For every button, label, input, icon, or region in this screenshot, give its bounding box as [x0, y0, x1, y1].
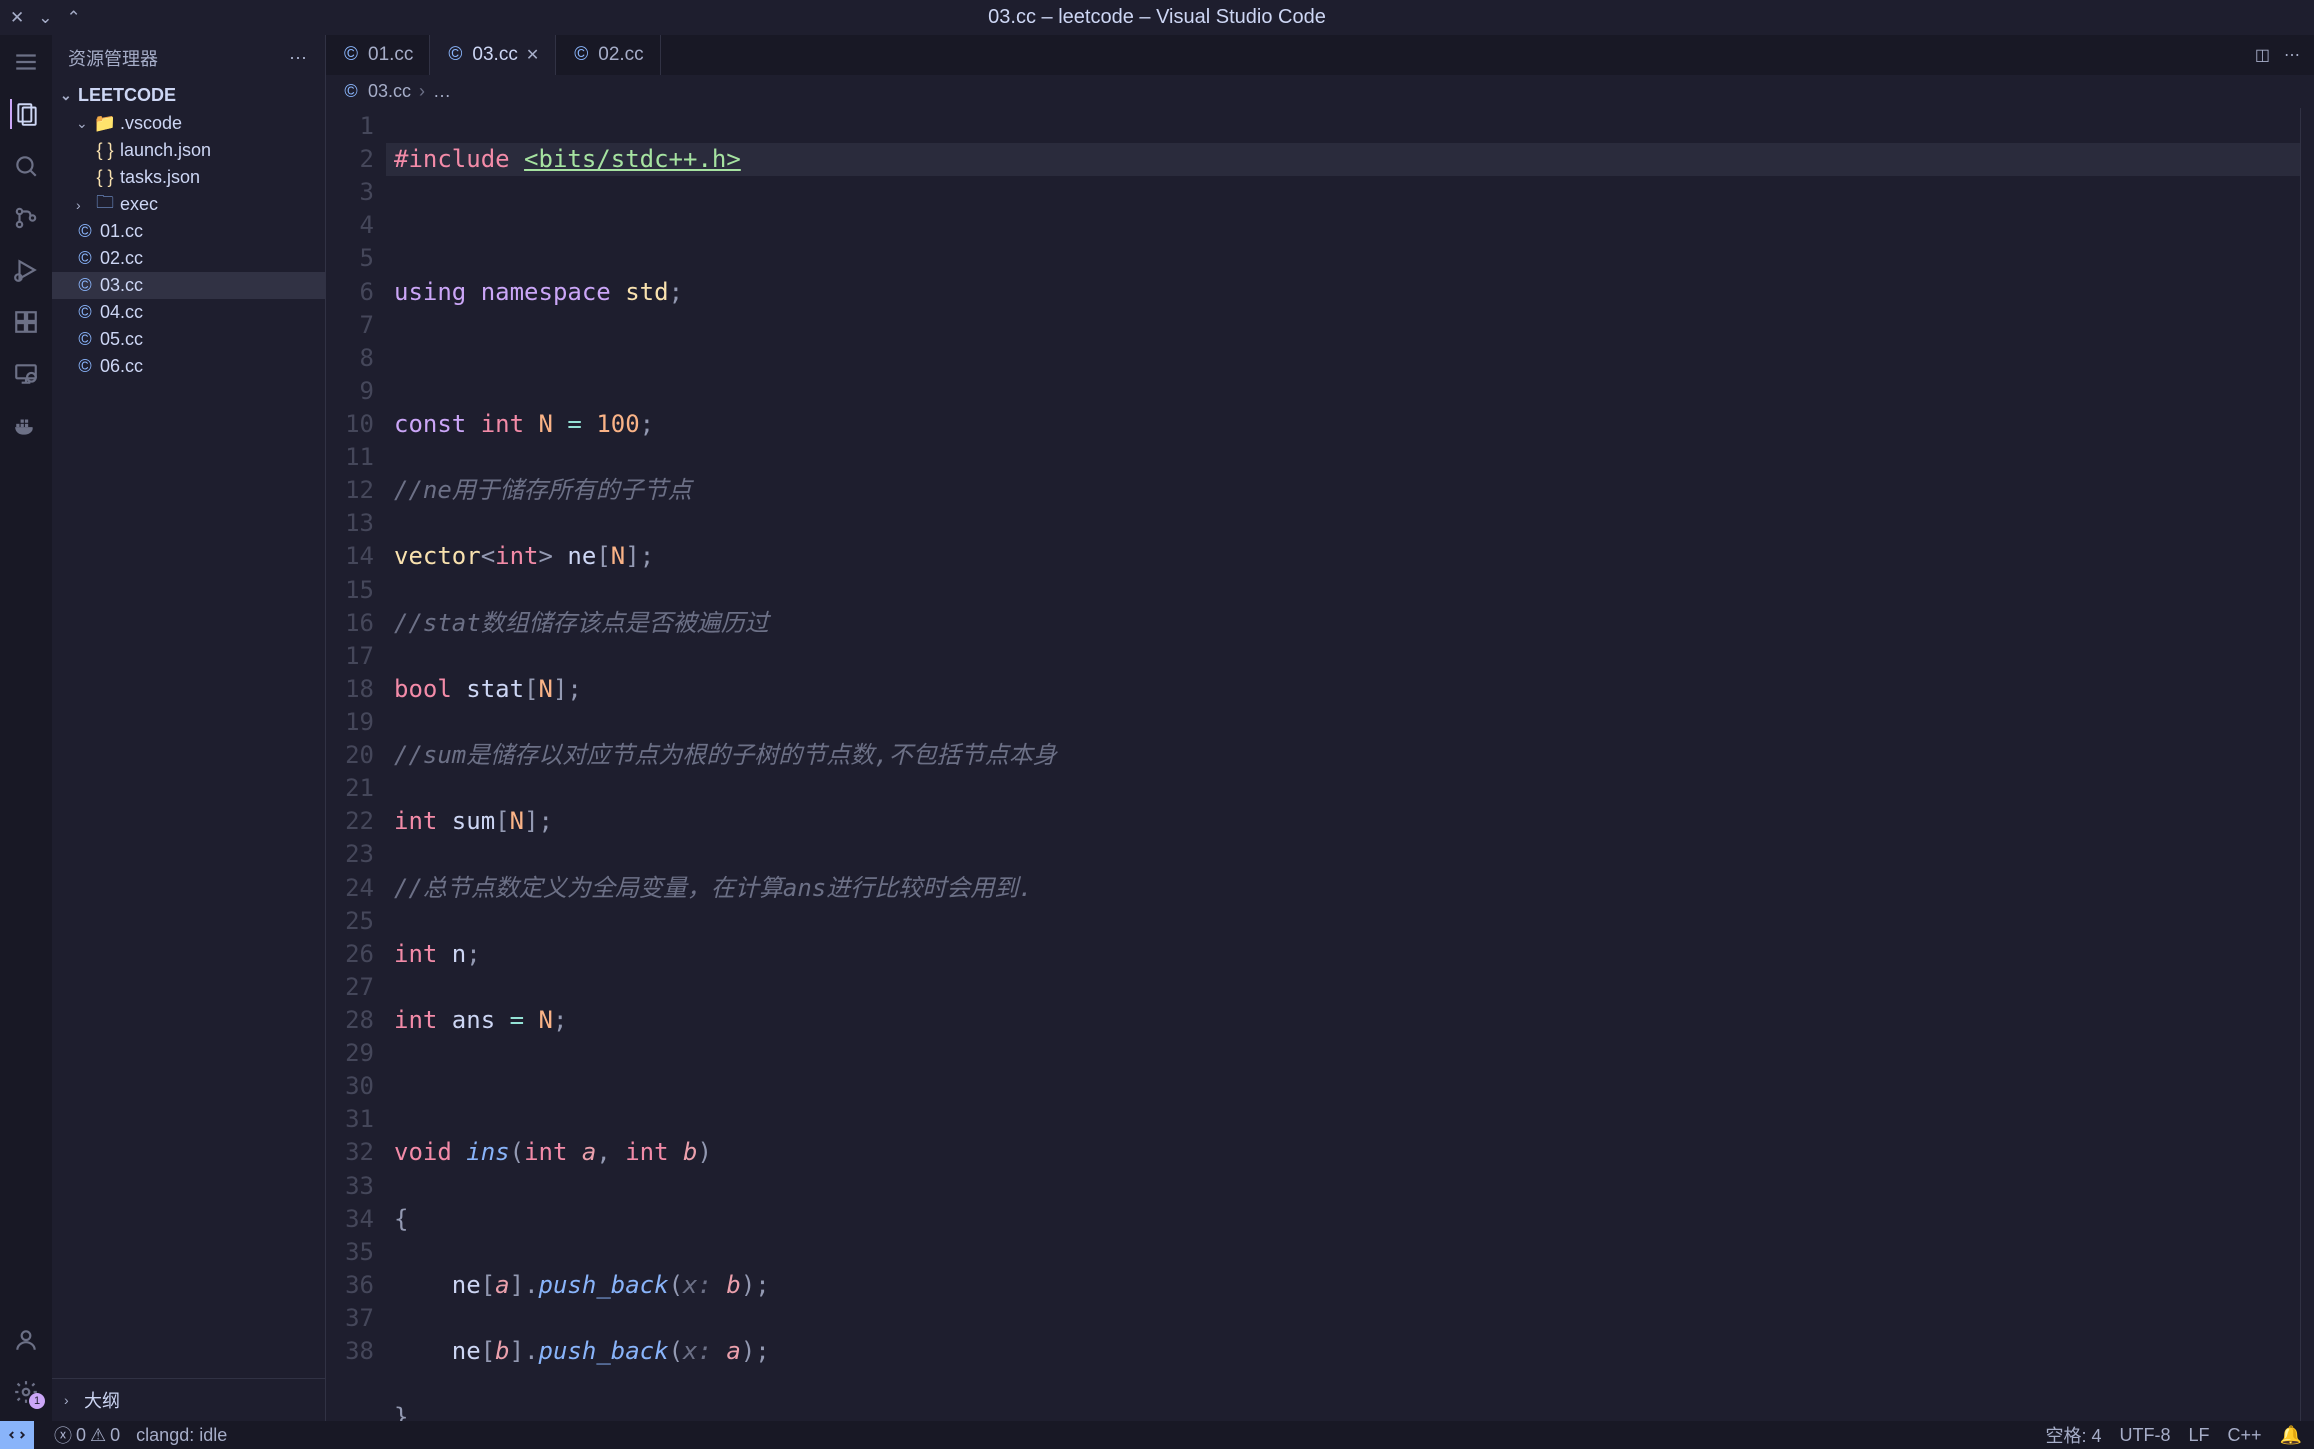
tree-label: exec: [120, 194, 158, 215]
close-icon[interactable]: ✕: [10, 8, 24, 28]
cpp-icon: ©: [76, 331, 94, 349]
cpp-icon: ©: [76, 223, 94, 241]
cpp-icon: ©: [342, 83, 360, 101]
sidebar-more-icon[interactable]: ⋯: [289, 48, 309, 69]
tree-folder-vscode[interactable]: ⌄ 📁 .vscode: [52, 110, 325, 137]
tree-file-launch[interactable]: { } launch.json: [52, 137, 325, 164]
breadcrumb-separator: ›: [419, 81, 425, 102]
tree-file-06[interactable]: © 06.cc: [52, 353, 325, 380]
chevron-right-icon: ›: [64, 1392, 78, 1408]
breadcrumb-more: …: [433, 81, 451, 102]
editor-area: © 01.cc © 03.cc ✕ © 02.cc ◫ ⋯ © 03.cc › … 12…: [326, 35, 2314, 1421]
vscode-folder-icon: 📁: [96, 115, 114, 133]
eol[interactable]: LF: [2189, 1425, 2210, 1446]
remote-icon[interactable]: [11, 359, 41, 389]
language-mode[interactable]: C++: [2228, 1425, 2262, 1446]
error-icon: ⓧ: [54, 1422, 72, 1448]
sidebar-title-label: 资源管理器: [68, 45, 158, 71]
tab-01[interactable]: © 01.cc: [326, 35, 430, 75]
explorer-icon[interactable]: [10, 99, 40, 129]
tree-file-04[interactable]: © 04.cc: [52, 299, 325, 326]
warning-icon: ⚠: [90, 1425, 106, 1446]
tree-file-03[interactable]: © 03.cc: [52, 272, 325, 299]
tab-label: 01.cc: [368, 44, 413, 66]
remote-indicator[interactable]: [0, 1421, 34, 1449]
run-debug-icon[interactable]: [11, 255, 41, 285]
outline-label: 大纲: [84, 1387, 120, 1413]
tabs: © 01.cc © 03.cc ✕ © 02.cc ◫ ⋯: [326, 35, 2314, 75]
tree-label: 01.cc: [100, 221, 143, 242]
titlebar: ✕ ⌄ ⌃ 03.cc – leetcode – Visual Studio C…: [0, 0, 2314, 35]
window-title: 03.cc – leetcode – Visual Studio Code: [988, 6, 1326, 29]
breadcrumb[interactable]: © 03.cc › …: [326, 75, 2314, 108]
tree-label: 06.cc: [100, 356, 143, 377]
sidebar-title: 资源管理器 ⋯: [52, 35, 325, 81]
problems-indicator[interactable]: ⓧ0 ⚠0: [54, 1422, 120, 1448]
encoding[interactable]: UTF-8: [2120, 1425, 2171, 1446]
menu-icon[interactable]: [11, 47, 41, 77]
tree-file-02[interactable]: © 02.cc: [52, 245, 325, 272]
minimap[interactable]: [2300, 108, 2314, 1421]
cpp-icon: ©: [76, 304, 94, 322]
tree-file-tasks[interactable]: { } tasks.json: [52, 164, 325, 191]
indentation[interactable]: 空格: 4: [2046, 1422, 2102, 1448]
cpp-icon: ©: [76, 358, 94, 376]
tree-label: 04.cc: [100, 302, 143, 323]
workspace-header[interactable]: ⌄ LEETCODE: [52, 81, 325, 110]
cpp-icon: ©: [572, 46, 590, 64]
update-badge: 1: [29, 1393, 45, 1409]
chevron-up-icon[interactable]: ⌃: [67, 8, 81, 28]
chevron-down-icon: ⌄: [76, 115, 90, 132]
tree-label: 05.cc: [100, 329, 143, 350]
code-content[interactable]: #include <bits/stdc++.h> using namespace…: [386, 108, 2300, 1421]
tab-02[interactable]: © 02.cc: [556, 35, 660, 75]
json-icon: { }: [96, 169, 114, 187]
statusbar: ⓧ0 ⚠0 clangd: idle 空格: 4 UTF-8 LF C++ 🔔: [0, 1421, 2314, 1449]
activity-bar: 1: [0, 35, 52, 1421]
cpp-icon: ©: [76, 277, 94, 295]
tree-label: .vscode: [120, 113, 182, 134]
tree-label: launch.json: [120, 140, 211, 161]
settings-gear-icon[interactable]: 1: [11, 1377, 41, 1407]
cpp-icon: ©: [76, 250, 94, 268]
tree-label: tasks.json: [120, 167, 200, 188]
more-icon[interactable]: ⋯: [2284, 45, 2300, 65]
tree-folder-exec[interactable]: › 🗀 exec: [52, 191, 325, 218]
warnings-count: 0: [110, 1425, 120, 1446]
chevron-down-icon[interactable]: ⌄: [38, 8, 52, 28]
split-editor-icon[interactable]: ◫: [2255, 45, 2270, 65]
search-icon[interactable]: [11, 151, 41, 181]
sidebar: 资源管理器 ⋯ ⌄ LEETCODE ⌄ 📁 .vscode { } launc…: [52, 35, 326, 1421]
chevron-down-icon: ⌄: [60, 87, 74, 104]
cpp-icon: ©: [342, 46, 360, 64]
account-icon[interactable]: [11, 1325, 41, 1355]
errors-count: 0: [76, 1425, 86, 1446]
tree-label: 02.cc: [100, 248, 143, 269]
source-control-icon[interactable]: [11, 203, 41, 233]
json-icon: { }: [96, 142, 114, 160]
line-numbers: 1234567891011121314151617181920212223242…: [326, 108, 386, 1421]
tree-file-01[interactable]: © 01.cc: [52, 218, 325, 245]
clangd-status[interactable]: clangd: idle: [136, 1425, 227, 1446]
docker-icon[interactable]: [11, 411, 41, 441]
tree-label: 03.cc: [100, 275, 143, 296]
file-tree: ⌄ 📁 .vscode { } launch.json { } tasks.js…: [52, 110, 325, 380]
extensions-icon[interactable]: [11, 307, 41, 337]
cpp-icon: ©: [446, 46, 464, 64]
tree-file-05[interactable]: © 05.cc: [52, 326, 325, 353]
window-controls: ✕ ⌄ ⌃: [10, 8, 81, 28]
breadcrumb-file: 03.cc: [368, 81, 411, 102]
outline-header[interactable]: › 大纲: [52, 1378, 325, 1421]
tab-label: 02.cc: [598, 44, 643, 66]
close-icon[interactable]: ✕: [526, 45, 539, 65]
notifications-icon[interactable]: 🔔: [2280, 1425, 2302, 1446]
tab-label: 03.cc: [472, 44, 517, 66]
code-editor[interactable]: 1234567891011121314151617181920212223242…: [326, 108, 2314, 1421]
workspace-label: LEETCODE: [78, 85, 176, 106]
tab-03[interactable]: © 03.cc ✕: [430, 35, 556, 75]
chevron-right-icon: ›: [76, 197, 90, 213]
folder-icon: 🗀: [96, 196, 114, 214]
